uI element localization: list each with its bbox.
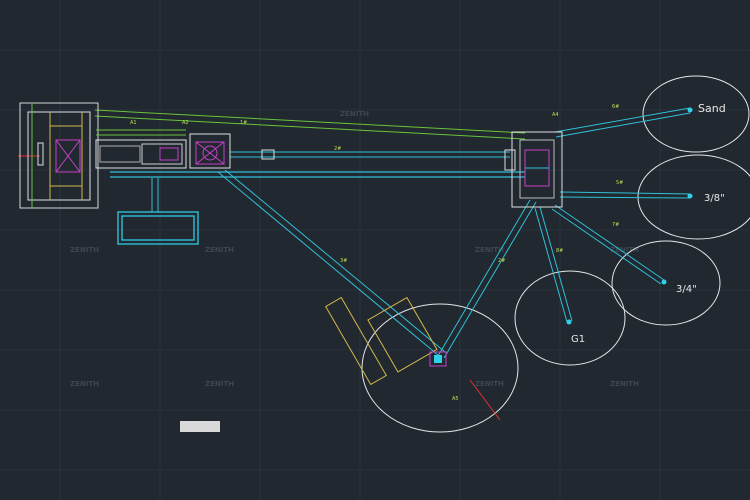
sand-label: Sand [698, 102, 726, 115]
three-eighths-label: 3/8" [704, 193, 725, 204]
three-eighths-pile-circle [637, 154, 750, 240]
main-pile-feeder [325, 296, 447, 386]
watermark-text: ZENITH [610, 380, 639, 388]
svg-text:5#: 5# [616, 180, 623, 186]
watermark-text: ZENITH [205, 380, 234, 388]
watermark-text: ZENITH [70, 380, 99, 388]
watermark-text: ZENITH [475, 380, 504, 388]
plant-layout-drawing: ZENITH ZENITH ZENITH ZENITH ZENITH ZENIT… [0, 0, 750, 500]
svg-text:6#: 6# [612, 104, 619, 110]
watermark-text: ZENITH [70, 246, 99, 254]
svg-text:1#: 1# [240, 120, 247, 126]
svg-text:8#: 8# [556, 248, 563, 254]
transfer-unit [261, 149, 275, 160]
feeder-hopper [19, 102, 99, 209]
stockpile-circles [361, 75, 750, 433]
svg-text:2#: 2# [498, 258, 505, 264]
cone-crusher [189, 133, 231, 169]
three-quarters-label: 3/4" [676, 284, 697, 295]
svg-text:A5: A5 [452, 396, 459, 402]
view-tag [180, 421, 220, 432]
svg-text:A2: A2 [182, 120, 189, 126]
g1-label: G1 [571, 334, 585, 345]
watermark-text: ZENITH [340, 110, 369, 118]
conveyor-layer [18, 107, 691, 421]
watermark-text: ZENITH [475, 246, 504, 254]
primary-crusher-line [95, 129, 187, 169]
g1-pile-circle [514, 270, 626, 366]
screen-station [504, 131, 563, 208]
discharge-points [566, 107, 693, 325]
svg-text:3#: 3# [340, 258, 347, 264]
svg-text:A1: A1 [130, 120, 137, 126]
svg-text:A4: A4 [552, 112, 559, 118]
cad-drawing-canvas[interactable]: ZENITH ZENITH ZENITH ZENITH ZENITH ZENIT… [0, 0, 750, 500]
svg-text:2#: 2# [334, 146, 341, 152]
control-room [117, 211, 199, 245]
svg-text:7#: 7# [612, 222, 619, 228]
watermark-text: ZENITH [205, 246, 234, 254]
